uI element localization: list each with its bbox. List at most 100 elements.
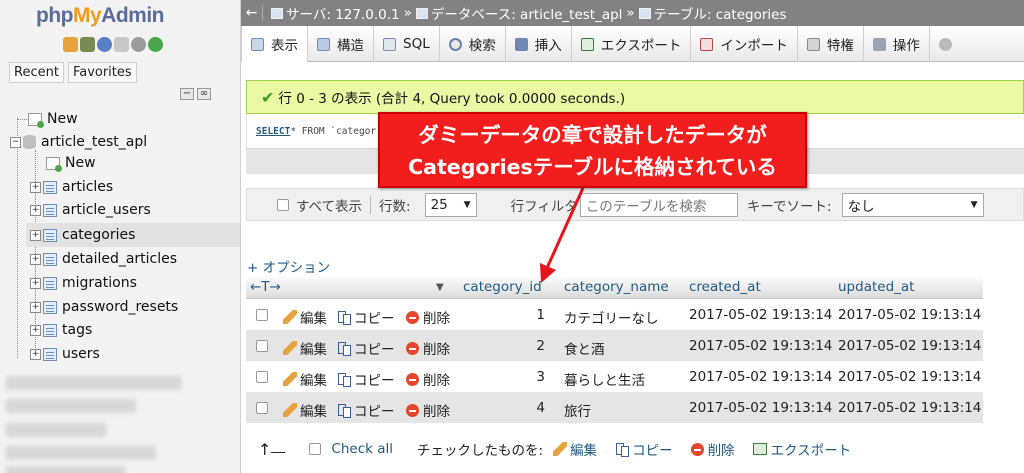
recent-tab[interactable]: Recent xyxy=(9,62,64,83)
cell-updated-at[interactable]: 2017-05-02 19:13:14 xyxy=(838,369,981,385)
column-header-category-name[interactable]: category_name xyxy=(564,279,669,295)
cell-created-at[interactable]: 2017-05-02 19:13:14 xyxy=(689,400,832,416)
cell-category-name[interactable]: 食と酒 xyxy=(564,338,605,358)
sidebar-item-migrations[interactable]: + migrations xyxy=(30,272,137,294)
column-arrows[interactable]: ←T→ xyxy=(250,279,281,295)
cell-updated-at[interactable]: 2017-05-02 19:13:14 xyxy=(838,338,981,354)
collapse-icon[interactable]: − xyxy=(10,136,21,148)
rows-select[interactable]: 25 ▼ xyxy=(424,192,477,217)
phpmyadmin-logo[interactable]: phpMyAdmin xyxy=(36,4,164,28)
delete-button[interactable]: 削除 xyxy=(406,400,450,420)
edit-button[interactable]: 編集 xyxy=(283,369,327,389)
column-header-category-id[interactable]: category_id xyxy=(463,279,542,295)
chevron-down-icon[interactable]: ▼ xyxy=(436,282,444,293)
copy-button[interactable]: コピー xyxy=(337,307,395,327)
breadcrumb-table[interactable]: テーブル: categories xyxy=(638,3,786,23)
tree-item-new-table[interactable]: New xyxy=(46,152,96,174)
cell-category-id[interactable]: 4 xyxy=(536,400,545,416)
tab-label: 特権 xyxy=(826,38,854,54)
column-header-updated-at[interactable]: updated_at xyxy=(838,279,914,295)
back-arrow-icon[interactable]: ← xyxy=(241,5,263,21)
link-with-main-button[interactable]: ∞ xyxy=(197,88,211,100)
expand-icon[interactable]: + xyxy=(30,277,41,289)
tab-browse[interactable]: 表示 xyxy=(241,26,308,62)
sidebar-item-article-users[interactable]: + article_users xyxy=(30,199,151,221)
tab-structure[interactable]: 構造 xyxy=(308,26,374,62)
sidebar-item-articles[interactable]: + articles xyxy=(30,176,113,198)
copy-button[interactable]: コピー xyxy=(337,400,395,420)
sidebar-item-users[interactable]: + users xyxy=(30,343,100,365)
cell-created-at[interactable]: 2017-05-02 19:13:14 xyxy=(689,338,832,354)
cell-category-name[interactable]: 暮らしと生活 xyxy=(564,369,645,389)
expand-icon[interactable]: + xyxy=(30,301,41,313)
options-link[interactable]: + オプション xyxy=(247,256,330,276)
cell-updated-at[interactable]: 2017-05-02 19:13:14 xyxy=(838,400,981,416)
sql-keyword[interactable]: SELECT xyxy=(256,126,290,137)
sidebar-item-password-resets[interactable]: + password_resets xyxy=(30,296,178,318)
sort-select[interactable]: なし ▼ xyxy=(841,192,984,217)
tab-export[interactable]: エクスポート xyxy=(572,26,692,62)
cell-category-name[interactable]: カテゴリーなし xyxy=(564,307,659,327)
breadcrumb-server[interactable]: サーバ: 127.0.0.1 xyxy=(271,3,400,23)
tab-insert[interactable]: 挿入 xyxy=(506,26,572,62)
settings-icon[interactable] xyxy=(131,37,146,52)
bulk-edit-button[interactable]: 編集 xyxy=(553,439,597,459)
table-row[interactable]: 編集 コピー 削除 4 旅行 2017-05-02 19:13:14 2017-05-02 … xyxy=(246,392,983,423)
row-checkbox[interactable] xyxy=(256,340,268,352)
tab-import[interactable]: インポート xyxy=(691,26,798,62)
column-header-created-at[interactable]: created_at xyxy=(689,279,761,295)
row-checkbox[interactable] xyxy=(256,371,268,383)
cell-created-at[interactable]: 2017-05-02 19:13:14 xyxy=(689,307,832,323)
bulk-export-button[interactable]: エクスポート xyxy=(752,439,851,459)
expand-icon[interactable]: + xyxy=(30,181,41,193)
copy-button[interactable]: コピー xyxy=(337,338,395,358)
logout-icon[interactable] xyxy=(80,37,95,52)
delete-button[interactable]: 削除 xyxy=(406,338,450,358)
sidebar-item-detailed-articles[interactable]: + detailed_articles xyxy=(30,248,177,270)
expand-icon[interactable]: + xyxy=(30,204,41,216)
tab-sql[interactable]: SQL xyxy=(374,26,440,62)
tab-search[interactable]: 検索 xyxy=(440,26,506,62)
check-all-label[interactable]: Check all xyxy=(331,441,393,457)
edit-button[interactable]: 編集 xyxy=(283,338,327,358)
cell-category-id[interactable]: 2 xyxy=(536,338,545,354)
show-all-checkbox[interactable] xyxy=(277,198,289,211)
row-checkbox[interactable] xyxy=(256,309,268,321)
cell-updated-at[interactable]: 2017-05-02 19:13:14 xyxy=(838,307,981,323)
tab-more[interactable] xyxy=(930,26,968,62)
table-row[interactable]: 編集 コピー 削除 2 食と酒 2017-05-02 19:13:14 2017-05-02… xyxy=(246,330,983,361)
sidebar-item-categories[interactable]: + categories xyxy=(30,224,135,246)
delete-button[interactable]: 削除 xyxy=(406,307,450,327)
copy-button[interactable]: コピー xyxy=(337,369,395,389)
edit-button[interactable]: 編集 xyxy=(283,307,327,327)
tab-operations[interactable]: 操作 xyxy=(864,26,930,62)
help-icon[interactable] xyxy=(97,37,112,52)
cell-category-id[interactable]: 1 xyxy=(536,307,545,323)
expand-icon[interactable]: + xyxy=(30,229,41,241)
reload-icon[interactable] xyxy=(148,37,163,52)
bulk-delete-button[interactable]: 削除 xyxy=(690,439,735,459)
table-row[interactable]: 編集 コピー 削除 3 暮らしと生活 2017-05-02 19:13:14 2017-05… xyxy=(246,361,983,392)
cell-category-id[interactable]: 3 xyxy=(536,369,545,385)
delete-button[interactable]: 削除 xyxy=(406,369,450,389)
table-row[interactable]: 編集 コピー 削除 1 カテゴリーなし 2017-05-02 19:13:14 2017-0… xyxy=(246,299,983,330)
home-icon[interactable] xyxy=(63,37,78,52)
collapse-all-button[interactable]: − xyxy=(180,88,194,100)
sidebar-item-tags[interactable]: + tags xyxy=(30,319,92,341)
expand-icon[interactable]: + xyxy=(30,324,41,336)
edit-button[interactable]: 編集 xyxy=(283,400,327,420)
tree-item-new-database[interactable]: New xyxy=(28,108,78,130)
expand-icon[interactable]: + xyxy=(30,253,41,265)
favorites-tab[interactable]: Favorites xyxy=(67,62,137,83)
tab-privileges[interactable]: 特権 xyxy=(798,26,864,62)
filter-input[interactable]: このテーブルを検索 xyxy=(579,192,738,217)
row-checkbox[interactable] xyxy=(256,402,268,414)
tree-item-database[interactable]: − article_test_apl xyxy=(10,131,147,153)
documentation-icon[interactable] xyxy=(114,37,129,52)
cell-category-name[interactable]: 旅行 xyxy=(564,400,591,420)
check-all-checkbox[interactable] xyxy=(309,443,322,455)
bulk-copy-button[interactable]: コピー xyxy=(615,439,673,459)
breadcrumb-database[interactable]: データベース: article_test_apl xyxy=(415,3,622,23)
expand-icon[interactable]: + xyxy=(30,348,41,360)
cell-created-at[interactable]: 2017-05-02 19:13:14 xyxy=(689,369,832,385)
